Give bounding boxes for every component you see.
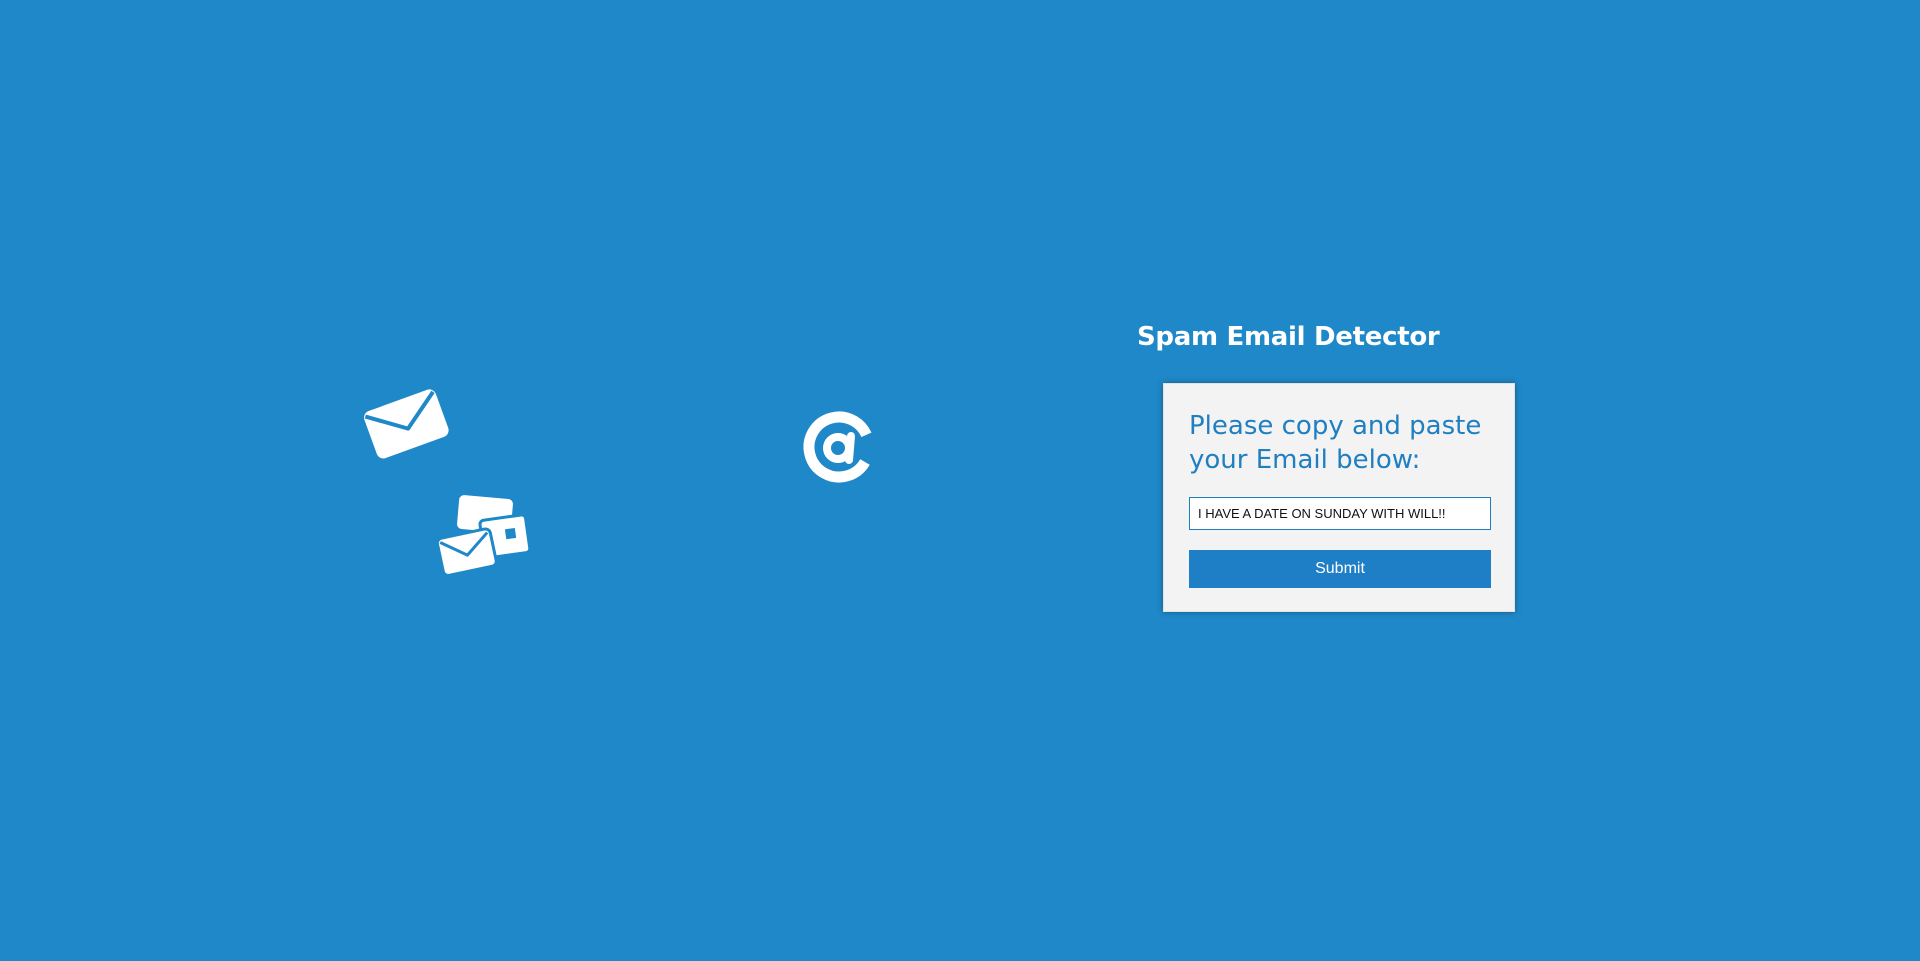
email-form-card: Please copy and paste your Email below: … bbox=[1163, 383, 1515, 612]
envelope-icon bbox=[364, 389, 449, 459]
submit-button[interactable]: Submit bbox=[1189, 550, 1491, 588]
envelopes-icon bbox=[438, 495, 532, 577]
at-sign-icon bbox=[803, 411, 875, 483]
page-title: Spam Email Detector bbox=[1137, 322, 1440, 352]
email-input[interactable] bbox=[1189, 497, 1491, 530]
form-prompt: Please copy and paste your Email below: bbox=[1189, 411, 1482, 475]
